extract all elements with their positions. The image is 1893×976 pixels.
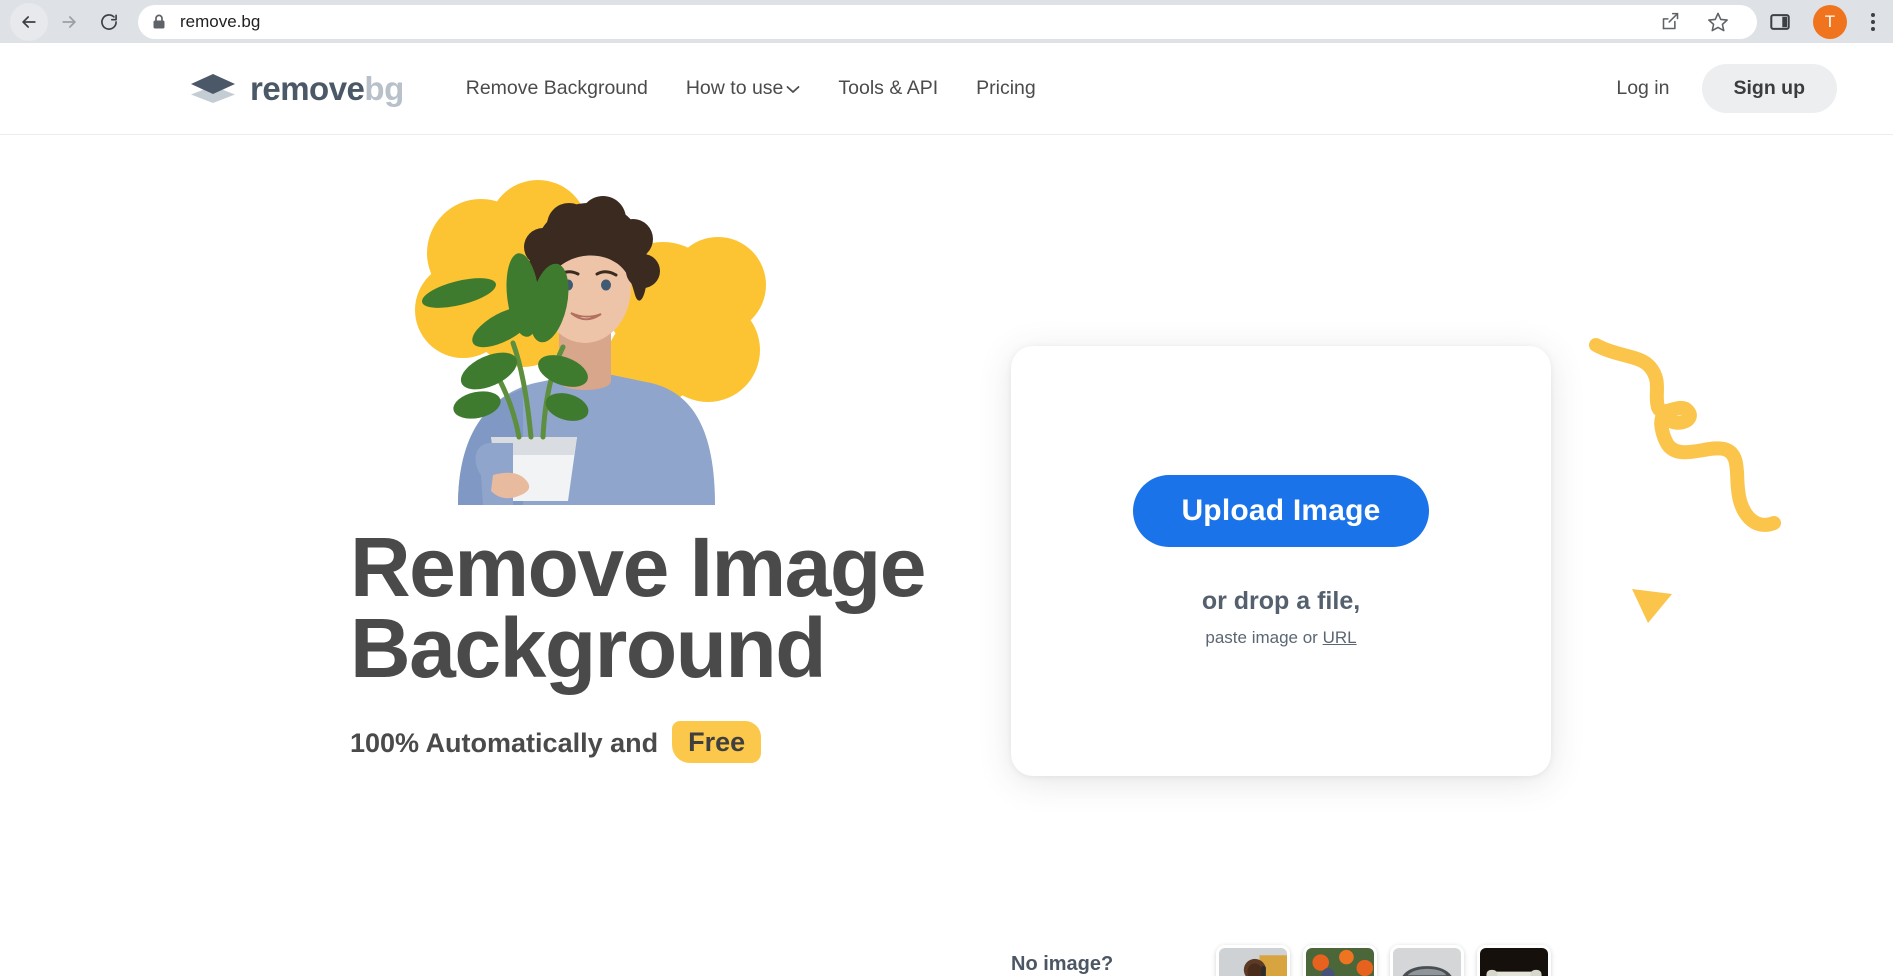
address-bar[interactable]: remove.bg	[138, 4, 1757, 39]
browser-menu-button[interactable]	[1869, 12, 1883, 31]
nav-label: Tools & API	[838, 77, 939, 99]
free-highlight: Free	[672, 720, 762, 763]
sample-label-line-1: No image?	[1011, 953, 1114, 975]
login-link[interactable]: Log in	[1616, 77, 1669, 100]
hero-subtitle: 100% Automatically and Free	[350, 720, 1010, 763]
avatar[interactable]: T	[1813, 4, 1847, 39]
chevron-down-icon	[786, 77, 800, 100]
logo-bg: bg	[364, 69, 404, 107]
nav-label: Pricing	[976, 77, 1036, 99]
sample-thumbnail-list	[1216, 945, 1551, 976]
browser-toolbar: remove.bg T	[0, 0, 1893, 43]
site-header: removebg Remove Background How to use To…	[0, 43, 1893, 135]
drop-file-text: or drop a file,	[1201, 586, 1361, 615]
share-icon[interactable]	[1660, 11, 1681, 32]
logo-wordmark: removebg	[250, 70, 404, 108]
logo-remove: remove	[250, 69, 365, 107]
header-actions: Log in Sign up	[1616, 64, 1837, 113]
nav-label: Remove Background	[465, 77, 648, 99]
main-navigation: Remove Background How to use Tools & API…	[466, 77, 1036, 100]
headline-line-2: Background	[350, 601, 827, 696]
sample-person-on-phone[interactable]	[1216, 945, 1290, 976]
browser-actions: T	[1763, 4, 1883, 39]
star-icon[interactable]	[1707, 11, 1729, 33]
free-label: Free	[688, 726, 746, 757]
page-title: Remove Image Background	[350, 525, 990, 690]
signup-button[interactable]: Sign up	[1701, 64, 1837, 113]
upload-dropzone-card[interactable]: Upload Image or drop a file, paste image…	[1011, 346, 1551, 776]
nav-pricing[interactable]: Pricing	[976, 77, 1036, 100]
url-link[interactable]: URL	[1323, 628, 1357, 647]
back-button[interactable]	[10, 2, 48, 41]
hero-section: Remove Image Background 100% Automatical…	[0, 135, 1893, 976]
nav-how-to-use[interactable]: How to use	[686, 77, 801, 100]
hero-left-column: Remove Image Background 100% Automatical…	[0, 135, 1010, 763]
layers-logo-icon	[190, 72, 236, 106]
arrow-left-icon	[22, 15, 36, 28]
paste-prefix: paste image or	[1205, 627, 1323, 647]
sample-pigeon[interactable]	[1303, 945, 1377, 976]
url-text: remove.bg	[180, 11, 261, 31]
reload-icon	[101, 13, 117, 30]
side-panel-icon[interactable]	[1769, 11, 1791, 33]
nav-tools-api[interactable]: Tools & API	[838, 77, 938, 100]
yellow-triangle-decoration	[1630, 585, 1674, 630]
yellow-squiggle-decoration	[1588, 327, 1838, 572]
hero-illustration	[363, 175, 793, 505]
subtitle-text: 100% Automatically and	[350, 727, 659, 758]
sample-car[interactable]	[1390, 945, 1464, 976]
headline-line-1: Remove Image	[350, 520, 926, 614]
sample-images-section: No image? Try one of these:	[1011, 945, 1551, 976]
hero-person-with-plant-image	[415, 180, 766, 505]
page-content: removebg Remove Background How to use To…	[0, 43, 1893, 976]
paste-url-text: paste image or URL	[1205, 628, 1356, 648]
reload-button[interactable]	[90, 3, 128, 41]
nav-label: How to use	[685, 77, 784, 99]
hero-right-column: Upload Image or drop a file, paste image…	[1010, 135, 1893, 976]
forward-button[interactable]	[50, 3, 88, 41]
arrow-right-icon	[62, 15, 76, 28]
sample-vintage-telephone[interactable]	[1477, 945, 1551, 976]
lock-icon	[152, 14, 166, 30]
nav-remove-background[interactable]: Remove Background	[466, 77, 648, 100]
site-logo[interactable]: removebg	[190, 70, 404, 108]
sample-prompt-label: No image? Try one of these:	[1011, 951, 1171, 976]
upload-image-button[interactable]: Upload Image	[1133, 474, 1429, 547]
